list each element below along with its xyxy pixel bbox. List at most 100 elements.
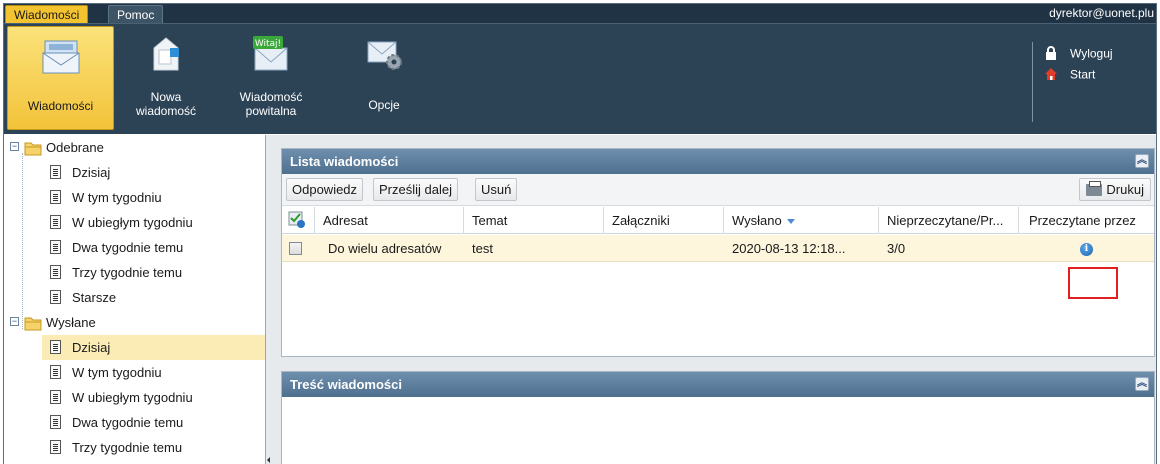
select-all-header[interactable] — [282, 207, 315, 234]
welcome-badge: Witaj! — [255, 39, 281, 49]
toolbar-new-message-label: Nowa wiadomość — [135, 90, 197, 118]
tree-folder-label: Wysłane — [46, 315, 96, 330]
collapse-toggle-icon[interactable]: − — [10, 142, 19, 151]
tree-item[interactable]: W ubiegłym tygodniu — [4, 385, 266, 410]
check-all-icon — [288, 211, 306, 232]
document-icon — [50, 415, 61, 429]
row-checkbox[interactable] — [289, 242, 302, 255]
menu-tab-pomoc[interactable]: Pomoc — [108, 5, 164, 23]
tree-item-label: Dwa tygodnie temu — [72, 240, 184, 255]
tree-item[interactable]: Dzisiaj — [4, 160, 266, 185]
document-icon — [50, 440, 61, 454]
tree-item[interactable]: W tym tygodniu — [4, 185, 266, 210]
folder-open-icon — [24, 314, 42, 331]
print-button[interactable]: Drukuj — [1079, 178, 1151, 201]
tree-item-label: Trzy tygodnie temu — [72, 440, 183, 455]
tree-item-label: W tym tygodniu — [72, 190, 162, 205]
message-body-panel: Treść wiadomości ︽ — [281, 371, 1155, 464]
tree-item-label: Starsze — [72, 290, 117, 305]
toolbar-welcome-message-button[interactable]: Witaj! Wiadomość powitalna — [226, 26, 316, 130]
home-icon — [1044, 67, 1060, 84]
tree-item-label: W ubiegłym tygodniu — [72, 215, 193, 230]
message-list-panel: Lista wiadomości ︽ Odpowiedz Prześlij da… — [281, 148, 1155, 357]
welcome-message-icon: Witaj! — [249, 34, 293, 77]
tree-folder-odebrane[interactable]: − Odebrane — [4, 135, 266, 160]
printer-icon — [1086, 181, 1103, 196]
document-icon — [50, 240, 61, 254]
tree-item[interactable]: Trzy tygodnie temu — [4, 435, 266, 460]
tree-folder-label: Odebrane — [46, 140, 104, 155]
tree-item[interactable]: W tym tygodniu — [4, 360, 266, 385]
cell-wyslano: 2020-08-13 12:18... — [732, 241, 846, 256]
message-list-header: Lista wiadomości ︽ — [282, 149, 1154, 174]
document-icon — [50, 165, 61, 179]
column-header-nieprzeczytane[interactable]: Nieprzeczytane/Pr... — [879, 207, 1019, 234]
info-icon[interactable]: i — [1080, 243, 1093, 256]
tree-item-label: Dzisiaj — [72, 340, 111, 355]
document-icon — [50, 365, 61, 379]
sort-desc-icon — [786, 219, 795, 225]
cell-nieprzeczytane: 3/0 — [887, 241, 906, 256]
reply-button[interactable]: Odpowiedz — [286, 178, 364, 201]
forward-button[interactable]: Prześlij dalej — [373, 178, 458, 201]
tree-folder-wyslane[interactable]: − Wysłane — [4, 310, 266, 335]
tree-item[interactable]: Starsze — [4, 285, 266, 310]
collapse-up-icon[interactable]: ︽ — [1135, 377, 1149, 391]
main-toolbar: Wiadomości Nowa wiadomość Witaj! Wiadomo… — [4, 23, 1156, 134]
column-header-zalaczniki[interactable]: Załączniki — [604, 207, 724, 234]
cell-temat: test — [472, 241, 493, 256]
panel-title: Lista wiadomości — [290, 154, 399, 169]
document-icon — [50, 340, 61, 354]
user-email: dyrektor@uonet.plu — [1049, 6, 1154, 20]
tree-item-selected[interactable]: Dzisiaj — [42, 335, 265, 360]
toolbar-welcome-message-label: Wiadomość powitalna — [239, 90, 303, 118]
collapse-toggle-icon[interactable]: − — [10, 317, 19, 326]
collapse-up-icon[interactable]: ︽ — [1135, 154, 1149, 168]
table-row[interactable]: Do wielu adresatów test 2020-08-13 12:18… — [282, 235, 1154, 262]
cell-zalaczniki — [604, 235, 724, 262]
print-label: Drukuj — [1106, 182, 1144, 197]
toolbar-messages-label: Wiadomości — [27, 99, 94, 113]
column-header-adresat[interactable]: Adresat — [315, 207, 464, 234]
tree-item[interactable]: W ubiegłym tygodniu — [4, 210, 266, 235]
new-message-icon — [146, 34, 186, 77]
tree-item-label: W ubiegłym tygodniu — [72, 390, 193, 405]
highlight-annotation-box — [1068, 267, 1118, 299]
document-icon — [50, 390, 61, 404]
options-envelope-gear-icon — [364, 34, 404, 77]
message-grid-header: Adresat Temat Załączniki Wysłano Nieprze… — [282, 207, 1154, 234]
tree-item[interactable]: Dwa tygodnie temu — [4, 235, 266, 260]
menu-bar: Wiadomości Pomoc dyrektor@uonet.plu — [4, 4, 1156, 23]
tree-item-label: Dwa tygodnie temu — [72, 415, 184, 430]
logout-label: Wyloguj — [1070, 46, 1113, 61]
tree-item[interactable]: Dwa tygodnie temu — [4, 410, 266, 435]
toolbar-new-message-button[interactable]: Nowa wiadomość — [124, 26, 208, 130]
inbox-envelope-icon — [41, 35, 81, 78]
panel-title: Treść wiadomości — [290, 377, 402, 392]
message-actions-toolbar: Odpowiedz Prześlij dalej Usuń Drukuj — [282, 174, 1154, 206]
tree-item-label: Dzisiaj — [72, 165, 111, 180]
content-area: Lista wiadomości ︽ Odpowiedz Prześlij da… — [270, 135, 1156, 464]
tree-item-label: W tym tygodniu — [72, 365, 162, 380]
message-body-header: Treść wiadomości ︽ — [282, 372, 1154, 397]
column-header-temat[interactable]: Temat — [464, 207, 604, 234]
toolbar-options-label: Opcje — [368, 98, 400, 112]
toolbar-options-button[interactable]: Opcje — [354, 26, 414, 130]
start-link[interactable]: Start — [1044, 67, 1095, 84]
tree-item-label: Trzy tygodnie temu — [72, 265, 183, 280]
folder-open-icon — [24, 139, 42, 156]
toolbar-divider — [1032, 42, 1033, 122]
column-header-wyslano-label: Wysłano — [732, 213, 782, 228]
document-icon — [50, 215, 61, 229]
column-header-przeczytane-przez[interactable]: Przeczytane przez — [1019, 207, 1156, 234]
document-icon — [50, 265, 61, 279]
menu-tab-wiadomosci[interactable]: Wiadomości — [5, 5, 89, 23]
tree-item[interactable]: Trzy tygodnie temu — [4, 260, 266, 285]
document-icon — [50, 290, 61, 304]
toolbar-messages-button[interactable]: Wiadomości — [7, 26, 114, 130]
logout-link[interactable]: Wyloguj — [1044, 46, 1113, 63]
folder-tree: − Odebrane Dzisiaj W tym tygodniu W ubie… — [4, 135, 266, 464]
delete-button[interactable]: Usuń — [475, 178, 518, 201]
column-header-wyslano[interactable]: Wysłano — [724, 207, 879, 234]
cell-adresat: Do wielu adresatów — [328, 241, 442, 256]
